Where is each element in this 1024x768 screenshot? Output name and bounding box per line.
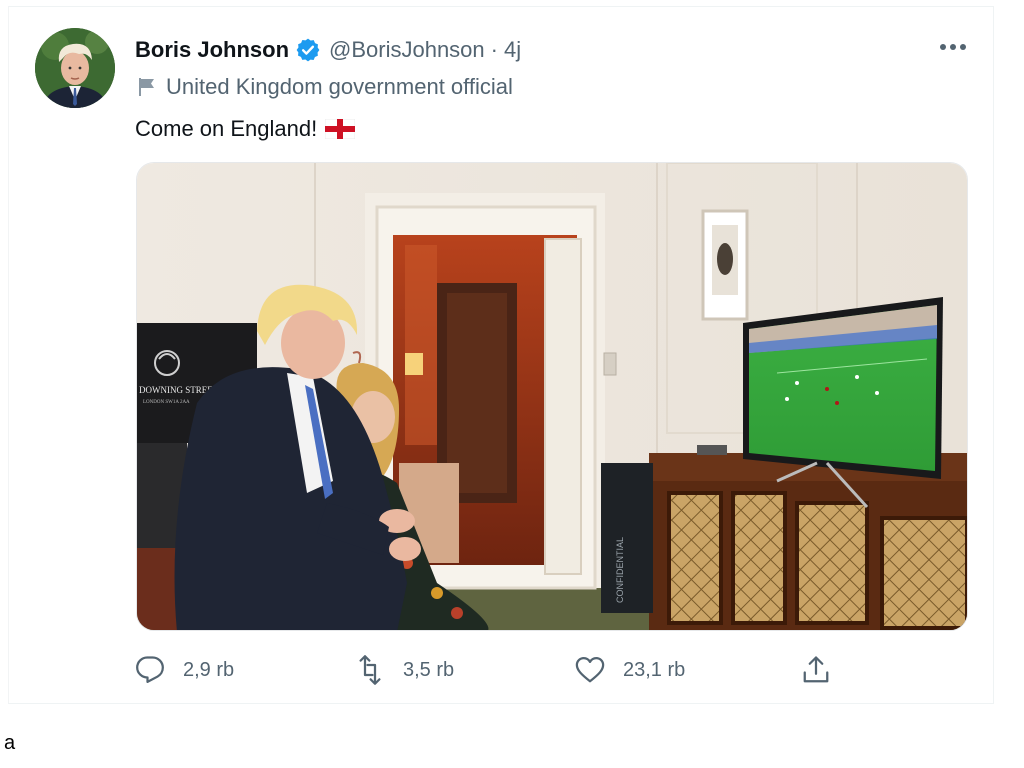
reply-button[interactable]: 2,9 rb xyxy=(135,653,234,687)
retweet-icon xyxy=(359,655,381,685)
avatar[interactable] xyxy=(35,28,115,108)
photo-scene: DOWNING STREET LONDON SW1A 2AA CONFIDENT… xyxy=(137,163,967,630)
footer-text: a xyxy=(4,732,16,754)
avatar-image xyxy=(35,28,115,108)
timestamp[interactable]: 4j xyxy=(504,37,521,63)
display-name[interactable]: Boris Johnson xyxy=(135,37,289,63)
flag-icon xyxy=(139,78,154,96)
verified-badge-icon xyxy=(295,37,321,63)
tweet-photo[interactable]: DOWNING STREET LONDON SW1A 2AA CONFIDENT… xyxy=(136,162,968,631)
sign-subtext: LONDON SW1A 2AA xyxy=(143,400,190,405)
share-icon xyxy=(803,656,829,683)
like-count: 23,1 rb xyxy=(623,658,686,681)
tweet-text: Come on England! xyxy=(135,113,356,145)
tweet-card[interactable]: Boris Johnson @BorisJohnson · 4j United … xyxy=(8,6,994,704)
more-options-button[interactable] xyxy=(935,35,971,59)
account-label: United Kingdom government official xyxy=(136,73,513,101)
cabinet-text: CONFIDENTIAL xyxy=(615,537,625,603)
more-horizontal-icon xyxy=(940,44,966,50)
handle[interactable]: @BorisJohnson xyxy=(329,37,485,63)
reply-count: 2,9 rb xyxy=(183,658,235,681)
heart-icon xyxy=(575,657,605,683)
reply-icon xyxy=(136,656,164,683)
retweet-count: 3,5 rb xyxy=(403,658,455,681)
share-button[interactable] xyxy=(801,653,849,687)
page: Boris Johnson @BorisJohnson · 4j United … xyxy=(0,0,1024,768)
like-button[interactable]: 23,1 rb xyxy=(575,653,685,687)
tweet-actions: 2,9 rb 3,5 rb 23,1 rb xyxy=(135,653,855,687)
tweet-text-content: Come on England! xyxy=(135,116,318,141)
retweet-button[interactable]: 3,5 rb xyxy=(355,653,454,687)
separator: · xyxy=(490,37,498,62)
tweet-header: Boris Johnson @BorisJohnson · 4j xyxy=(135,35,521,65)
england-flag-icon xyxy=(325,119,356,139)
government-label: United Kingdom government official xyxy=(166,74,513,99)
